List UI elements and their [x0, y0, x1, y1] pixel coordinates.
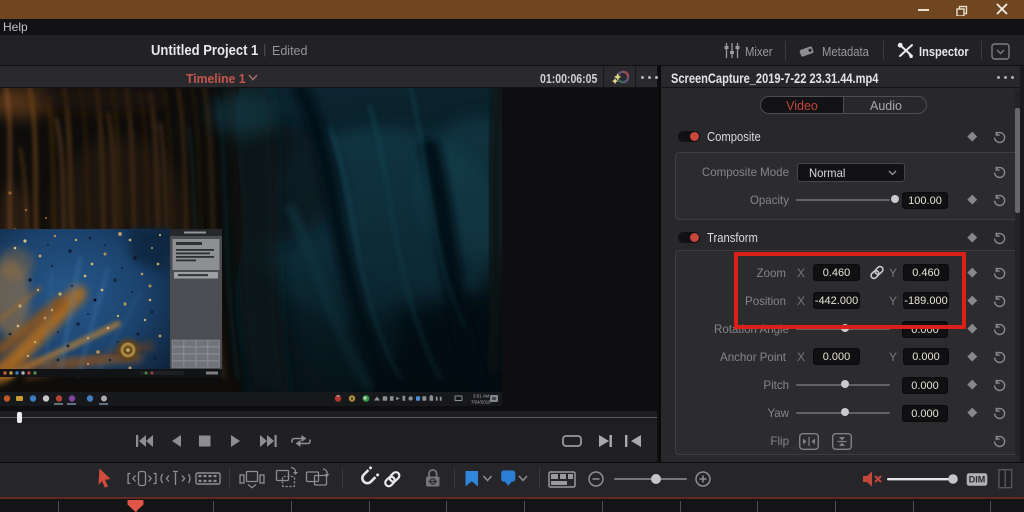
svg-text:7/24/2019: 7/24/2019 — [471, 400, 491, 405]
svg-text:DIM: DIM — [969, 475, 986, 485]
svg-text:3:51 AM: 3:51 AM — [473, 394, 489, 399]
